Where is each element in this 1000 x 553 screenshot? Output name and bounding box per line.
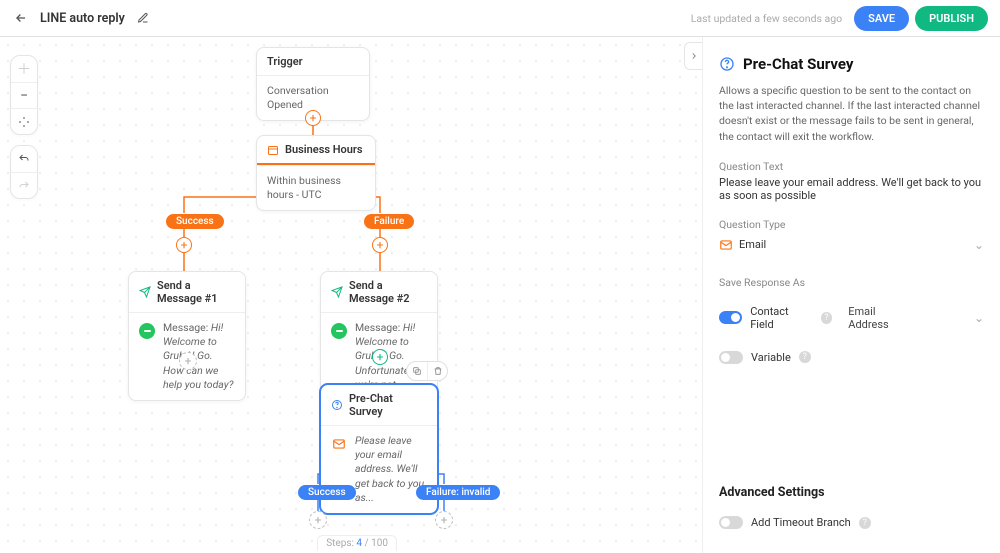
panel-description: Allows a specific question to be sent to… <box>719 83 984 144</box>
back-button[interactable] <box>12 9 30 27</box>
node-message-1[interactable]: Send a Message #1 Message: Hi! Welcome t… <box>128 271 246 401</box>
canvas-toolbar: ＋ − <box>10 55 38 199</box>
node-message-2[interactable]: Send a Message #2 Message: Hi! Welcome t… <box>320 271 438 401</box>
branch-success-pill[interactable]: Success <box>166 214 224 229</box>
chevron-down-icon: ⌄ <box>974 311 984 325</box>
last-updated-label: Last updated a few seconds ago <box>691 12 842 25</box>
help-icon[interactable]: ? <box>799 351 811 363</box>
question-type-select[interactable]: Email ⌄ <box>719 234 984 266</box>
email-icon <box>719 238 733 252</box>
email-icon <box>331 436 347 452</box>
msg2-title: Send a Message #2 <box>349 279 427 305</box>
branch-failure-pill[interactable]: Failure <box>364 214 414 229</box>
add-step-placeholder[interactable]: + <box>309 511 327 529</box>
undo-button[interactable] <box>11 146 37 172</box>
send-icon <box>139 286 151 298</box>
timeout-branch-label: Add Timeout Branch <box>751 516 851 529</box>
workflow-canvas[interactable]: ＋ − <box>0 37 702 553</box>
redo-button[interactable] <box>11 172 37 198</box>
panel-title: Pre-Chat Survey <box>743 55 853 73</box>
zoom-out-button[interactable]: − <box>11 82 37 108</box>
zoom-in-button[interactable]: ＋ <box>11 56 37 82</box>
contact-field-select[interactable]: Email Address⌄ <box>848 305 984 331</box>
save-as-label: Save Response As <box>719 276 984 289</box>
biz-subtitle: Within business hours - UTC <box>257 165 375 210</box>
node-quick-actions <box>406 361 448 381</box>
branch-success-pill-2[interactable]: Success <box>298 485 356 500</box>
question-text-value[interactable]: Please leave your email address. We'll g… <box>719 176 984 202</box>
save-button[interactable]: SAVE <box>854 6 909 31</box>
biz-title: Business Hours <box>285 143 363 156</box>
branch-failure-invalid-pill[interactable]: Failure: invalid <box>416 485 500 500</box>
add-step-button[interactable]: + <box>372 349 388 365</box>
calendar-icon <box>267 144 279 156</box>
collapse-panel-button[interactable] <box>684 42 702 70</box>
msg1-title: Send a Message #1 <box>157 279 235 305</box>
channel-icon <box>331 323 347 339</box>
question-type-label: Question Type <box>719 218 984 231</box>
fit-view-button[interactable] <box>11 108 37 134</box>
contact-field-toggle[interactable] <box>719 311 742 324</box>
help-icon[interactable]: ? <box>821 312 833 324</box>
add-step-button[interactable]: + <box>305 110 321 126</box>
workflow-title: LINE auto reply <box>40 11 125 26</box>
question-circle-icon <box>331 399 343 411</box>
add-step-placeholder[interactable]: + <box>435 511 453 529</box>
trigger-title: Trigger <box>267 55 303 68</box>
advanced-settings-heading: Advanced Settings <box>719 485 984 500</box>
steps-counter: Steps: 4 / 100 <box>317 535 397 551</box>
edit-title-button[interactable] <box>135 10 151 26</box>
prechat-title: Pre-Chat Survey <box>349 392 427 418</box>
variable-toggle[interactable] <box>719 351 743 364</box>
send-icon <box>331 286 343 298</box>
properties-panel: Pre-Chat Survey Allows a specific questi… <box>702 37 1000 553</box>
add-step-placeholder[interactable]: + <box>179 352 197 370</box>
contact-field-label: Contact Field <box>750 305 812 331</box>
question-circle-icon <box>719 56 735 72</box>
chevron-down-icon: ⌄ <box>974 238 984 252</box>
add-step-button[interactable]: + <box>176 237 192 253</box>
publish-button[interactable]: PUBLISH <box>915 6 988 31</box>
duplicate-node-button[interactable] <box>407 362 427 380</box>
timeout-branch-toggle[interactable] <box>719 516 743 529</box>
delete-node-button[interactable] <box>427 362 447 380</box>
variable-label: Variable <box>751 351 791 364</box>
add-step-button[interactable]: + <box>372 237 388 253</box>
channel-icon <box>139 323 155 339</box>
top-header: LINE auto reply Last updated a few secon… <box>0 0 1000 37</box>
help-icon[interactable]: ? <box>859 517 871 529</box>
node-business-hours[interactable]: Business Hours Within business hours - U… <box>256 135 376 211</box>
question-text-label: Question Text <box>719 160 984 173</box>
